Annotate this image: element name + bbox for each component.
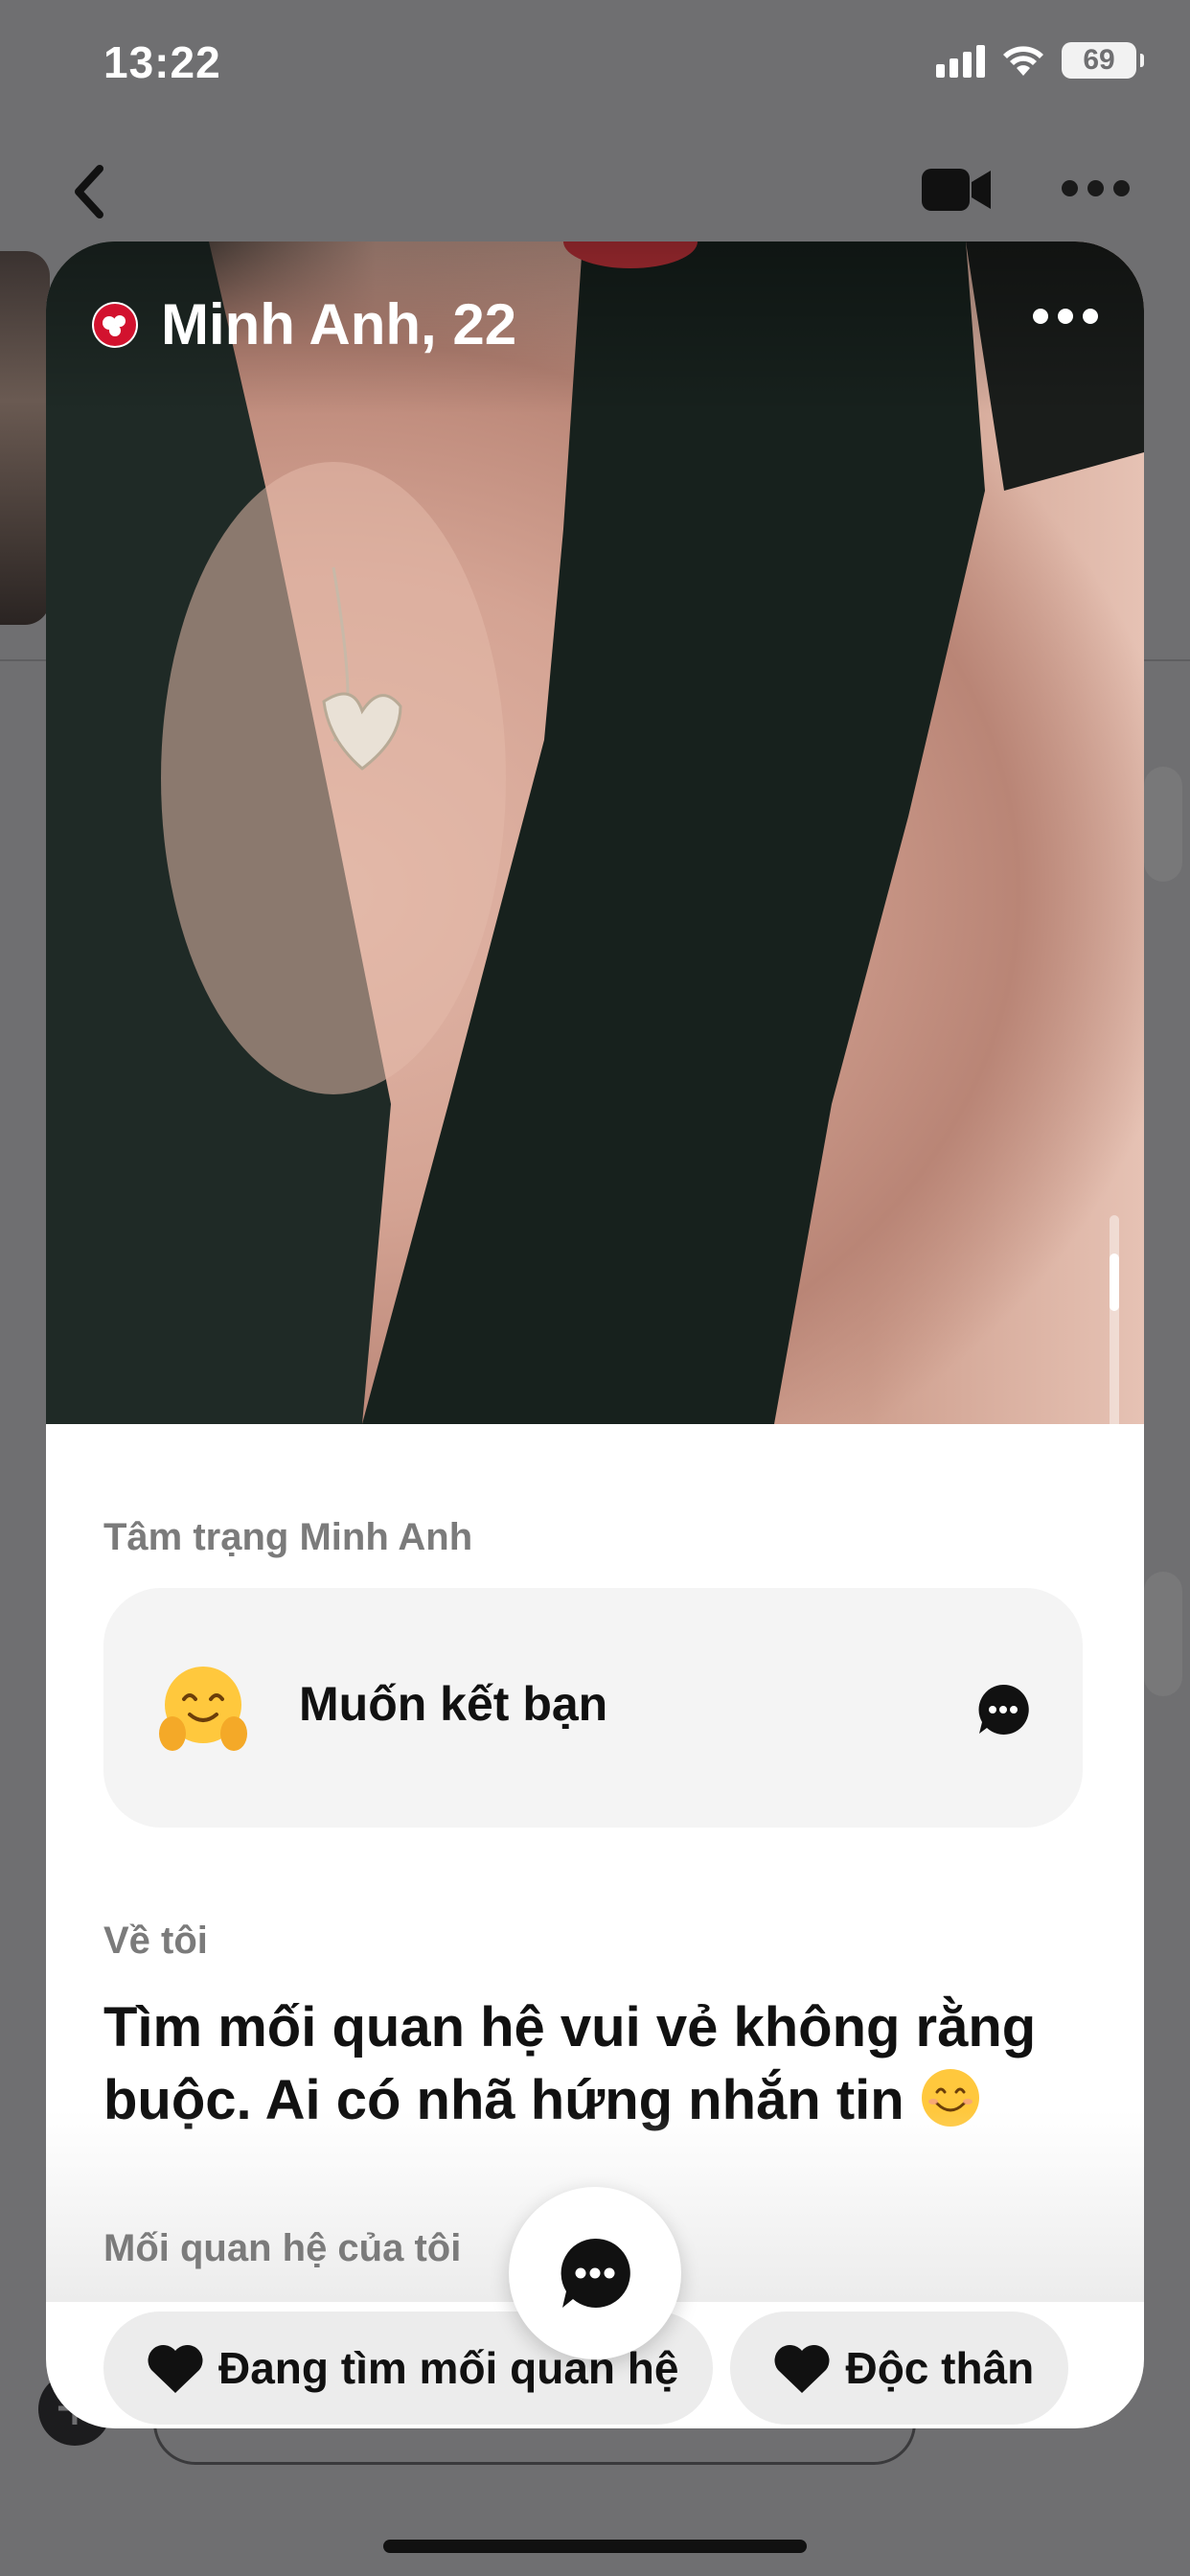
profile-card: Minh Anh, 22 Tâm trạng Minh Anh Muốn kết…: [46, 242, 1144, 2428]
chat-nav-bar: [0, 144, 1190, 240]
chat-avatar-thumbnail: [0, 251, 50, 625]
cellular-signal-icon: [936, 43, 985, 78]
status-bar: 13:22 69: [0, 0, 1190, 134]
chat-bubble-icon[interactable]: [975, 1682, 1031, 1737]
background-message-bubble: [1144, 767, 1182, 882]
mood-label: Tâm trạng Minh Anh: [103, 1516, 473, 1558]
profile-details: Tâm trạng Minh Anh Muốn kết bạn Về tôi T…: [103, 1516, 1090, 2137]
mood-card[interactable]: Muốn kết bạn: [103, 1588, 1083, 1828]
send-message-button[interactable]: [509, 2187, 681, 2359]
more-dots-icon[interactable]: [1062, 180, 1130, 196]
mood-text: Muốn kết bạn: [299, 1677, 608, 1731]
profile-header: Minh Anh, 22: [92, 291, 516, 357]
relationship-chip[interactable]: Độc thân: [730, 2312, 1069, 2425]
heart-icon: [774, 2344, 830, 2393]
about-label: Về tôi: [103, 1920, 208, 1962]
status-icons: 69: [936, 42, 1144, 79]
chevron-left-icon[interactable]: [71, 163, 109, 220]
heart-icon: [148, 2344, 203, 2393]
profile-name: Minh Anh, 22: [161, 292, 517, 356]
relationship-label: Mối quan hệ của tôi: [103, 2227, 462, 2269]
wifi-icon: [1003, 46, 1043, 76]
hugging-face-emoji: [159, 1667, 247, 1751]
chat-bubble-icon: [561, 2238, 630, 2308]
scrollbar-thumb[interactable]: [1110, 1254, 1119, 1311]
battery-indicator: 69: [1062, 42, 1144, 79]
relationship-chip-label: Độc thân: [845, 2343, 1035, 2393]
more-dots-icon[interactable]: [1033, 309, 1098, 324]
profile-photo[interactable]: [46, 242, 1144, 1424]
scrollbar-track[interactable]: [1110, 1215, 1119, 1455]
video-camera-icon[interactable]: [920, 165, 993, 215]
app-logo-icon: [92, 301, 138, 348]
background-message-bubble: [1144, 1572, 1182, 1696]
status-time: 13:22: [103, 37, 221, 87]
home-indicator: [383, 2540, 807, 2553]
